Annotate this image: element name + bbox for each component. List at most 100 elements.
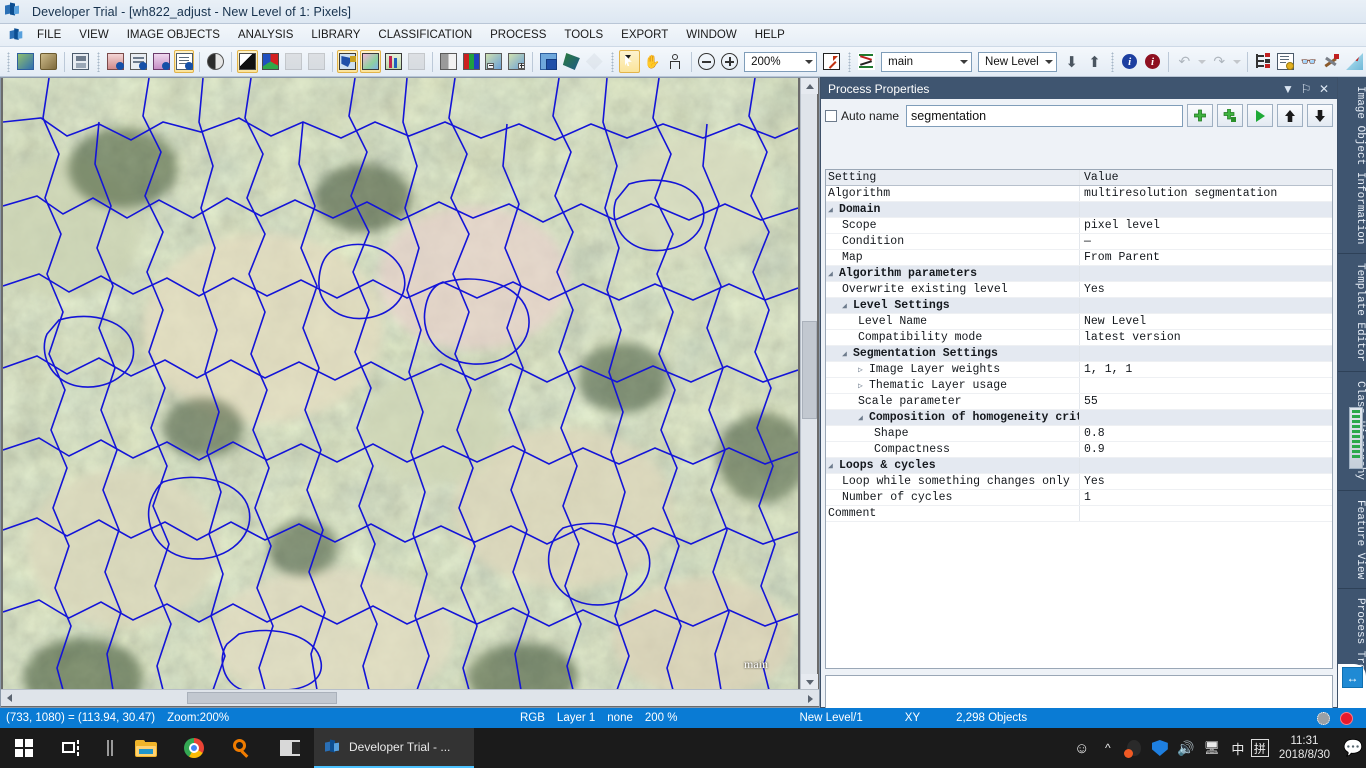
grid-setting-row[interactable]: Overwrite existing level Yes	[826, 282, 1332, 298]
setting-value[interactable]	[1080, 410, 1332, 425]
network-icon[interactable]: 🖥	[1199, 728, 1225, 768]
grid-setting-row[interactable]: Scale parameter 55	[826, 394, 1332, 410]
scroll-down-icon[interactable]	[801, 674, 818, 690]
grid-setting-row[interactable]: Compactness 0.9	[826, 442, 1332, 458]
setting-value[interactable]	[1080, 266, 1332, 281]
show-hidden-icons-icon[interactable]: ^	[1095, 728, 1121, 768]
pan-hand-icon[interactable]: ✋	[642, 50, 663, 73]
toolbar-grip-4[interactable]	[846, 51, 852, 73]
transparency-view-icon[interactable]	[406, 50, 427, 73]
grid-group-row[interactable]: Segmentation Settings	[826, 346, 1332, 362]
grid-setting-row[interactable]: Thematic Layer usage	[826, 378, 1332, 394]
zoom-level-combo[interactable]: 200%	[744, 51, 818, 72]
classification-view-icon[interactable]	[383, 50, 404, 73]
menu-item-export[interactable]: EXPORT	[612, 27, 677, 43]
chrome-icon[interactable]	[170, 728, 218, 768]
show-outlines-color-icon[interactable]	[461, 50, 482, 73]
load-ruleset-2-icon[interactable]	[128, 50, 149, 73]
setting-value[interactable]	[1080, 458, 1332, 473]
redo-dropdown-icon[interactable]	[1232, 50, 1242, 73]
open-project-icon[interactable]	[15, 50, 36, 73]
undo-icon[interactable]: ↶	[1174, 50, 1195, 73]
expand-panel-icon[interactable]: ↔	[1342, 667, 1363, 688]
setting-value[interactable]	[1080, 202, 1332, 217]
setting-value[interactable]	[1080, 298, 1332, 313]
expand-twisty-icon[interactable]	[858, 363, 869, 377]
setting-value[interactable]: New Level	[1080, 314, 1332, 329]
copy-layer-icon[interactable]	[538, 50, 559, 73]
info-red-icon[interactable]: i	[1142, 50, 1163, 73]
file-explorer-icon[interactable]	[122, 728, 170, 768]
setting-value[interactable]: 0.8	[1080, 426, 1332, 441]
zoom-out-icon[interactable]	[696, 50, 717, 73]
execute-process-icon[interactable]	[1247, 104, 1273, 127]
toolbar-grip-3[interactable]	[609, 51, 615, 73]
level-up-icon[interactable]: ⬆	[1084, 50, 1105, 73]
info-blue-icon[interactable]: i	[1119, 50, 1140, 73]
menu-item-image-objects[interactable]: IMAGE OBJECTS	[118, 27, 229, 43]
segmented-image[interactable]: main	[3, 78, 798, 690]
scroll-up-icon[interactable]	[801, 78, 818, 94]
feature-view-icon[interactable]: 👓	[1298, 50, 1319, 73]
save-project-icon[interactable]	[70, 50, 91, 73]
view-layer-gray-icon[interactable]	[237, 50, 258, 73]
setting-value[interactable]	[1080, 378, 1332, 393]
view-settings-icon[interactable]	[205, 50, 226, 73]
setting-value[interactable]: pixel level	[1080, 218, 1332, 233]
collapse-twisty-icon[interactable]	[828, 267, 839, 281]
tab-template-editor[interactable]: Template Editor	[1338, 254, 1366, 373]
grid-setting-row[interactable]: Compatibility mode latest version	[826, 330, 1332, 346]
menu-item-file[interactable]: FILE	[28, 27, 70, 43]
process-tree-icon[interactable]	[1253, 50, 1274, 73]
grid-setting-row[interactable]: Algorithm multiresolution segmentation	[826, 186, 1332, 202]
setting-value[interactable]: latest version	[1080, 330, 1332, 345]
undo-dropdown-icon[interactable]	[1197, 50, 1207, 73]
collapse-twisty-icon[interactable]	[828, 203, 839, 217]
grid-setting-row[interactable]: Comment	[826, 506, 1332, 522]
zoom-in-icon[interactable]	[719, 50, 740, 73]
pixel-view-icon[interactable]	[337, 50, 359, 73]
toolbar-grip-5[interactable]	[1109, 51, 1115, 73]
vertical-scroll-thumb[interactable]	[802, 321, 817, 419]
collapse-twisty-icon[interactable]	[828, 459, 839, 473]
menu-item-window[interactable]: WINDOW	[677, 27, 745, 43]
grid-setting-row[interactable]: Level Name New Level	[826, 314, 1332, 330]
toolbar-grip-2[interactable]	[95, 51, 101, 73]
panel-menu-icon[interactable]: ▼	[1279, 80, 1297, 98]
setting-value[interactable]: Yes	[1080, 282, 1332, 297]
cortana-bars-icon[interactable]	[96, 728, 122, 768]
level-select-combo[interactable]: New Level	[978, 51, 1058, 72]
process-name-input[interactable]	[906, 104, 1183, 127]
tab-feature-view[interactable]: Feature View	[1338, 491, 1366, 589]
grid-group-row[interactable]: Composition of homogeneity criterion	[826, 410, 1332, 426]
panel-pin-icon[interactable]: ⚐	[1297, 80, 1315, 98]
tab-image-object-information[interactable]: Image Object Information	[1338, 77, 1366, 255]
viewer-vertical-scrollbar[interactable]	[800, 78, 818, 690]
select-arrow-icon[interactable]	[618, 50, 640, 73]
collapse-twisty-icon[interactable]	[858, 411, 869, 425]
clock[interactable]: 11:31 2018/8/30	[1269, 734, 1340, 762]
setting-value[interactable]: 1	[1080, 490, 1332, 505]
view-samples-icon[interactable]	[306, 50, 327, 73]
image-viewer[interactable]: main	[0, 77, 820, 708]
media-app-icon[interactable]	[266, 728, 314, 768]
collapse-twisty-icon[interactable]	[842, 347, 853, 361]
horizontal-scroll-thumb[interactable]	[187, 692, 337, 704]
setting-value[interactable]: From Parent	[1080, 250, 1332, 265]
taskbar-active-window[interactable]: Developer Trial - ...	[314, 728, 474, 768]
delete-level-icon[interactable]	[856, 50, 877, 73]
manage-tools-icon[interactable]	[1321, 50, 1342, 73]
edit-ruleset-icon[interactable]	[1276, 50, 1297, 73]
move-down-icon[interactable]	[1307, 104, 1333, 127]
panel-close-icon[interactable]: ✕	[1315, 80, 1333, 98]
menu-item-view[interactable]: VIEW	[70, 27, 117, 43]
process-settings-grid[interactable]: Setting Value Algorithm multiresolution s…	[825, 169, 1333, 669]
qq-icon[interactable]	[1121, 728, 1147, 768]
scroll-left-icon[interactable]	[1, 690, 18, 707]
level-down-icon[interactable]: ⬇	[1061, 50, 1082, 73]
setting-value[interactable]	[1080, 506, 1332, 521]
measure-icon[interactable]	[1344, 50, 1365, 73]
ime-pinyin-icon[interactable]: 拼	[1250, 739, 1269, 757]
menu-item-process[interactable]: PROCESS	[481, 27, 555, 43]
setting-value[interactable]: Yes	[1080, 474, 1332, 489]
